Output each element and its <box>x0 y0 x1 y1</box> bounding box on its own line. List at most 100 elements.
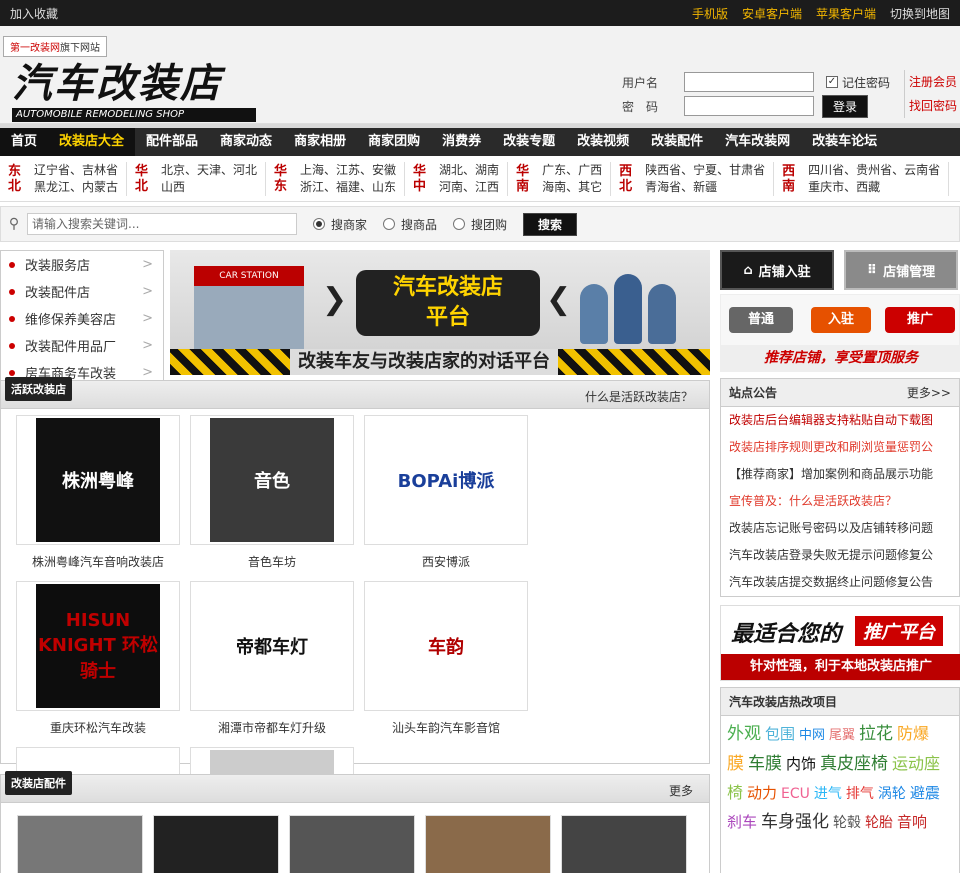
notice-item[interactable]: 【推荐商家】增加案例和商品展示功能 <box>721 461 959 488</box>
part-thumbnail[interactable] <box>425 815 551 873</box>
category-item[interactable]: 改装配件店 > <box>1 278 163 305</box>
shop-thumbnail[interactable]: 音色 <box>190 415 354 545</box>
part-thumbnail[interactable] <box>153 815 279 873</box>
region-name[interactable]: 华中 <box>413 164 429 194</box>
top-link[interactable]: 手机版 <box>692 5 728 22</box>
hot-tag[interactable]: 包围 <box>765 720 795 748</box>
part-thumbnail[interactable] <box>561 815 687 873</box>
shop-thumbnail[interactable]: BOPAi博派 <box>364 415 528 545</box>
password-input[interactable] <box>684 96 814 116</box>
shop-thumbnail[interactable]: 株洲粤峰 <box>16 415 180 545</box>
nav-item[interactable]: 改装店大全 <box>48 128 136 156</box>
notice-item[interactable]: 改装店排序规则更改和刷浏览量惩罚公 <box>721 434 959 461</box>
hot-tag[interactable]: 外观 <box>727 720 761 748</box>
parts-more-link[interactable]: 更多 <box>669 782 693 799</box>
nav-item[interactable]: 消费券 <box>431 128 492 156</box>
shop-name[interactable]: 湘潭市帝都车灯升级 <box>185 711 359 745</box>
hot-tag[interactable]: 排气 <box>846 780 874 808</box>
region-name[interactable]: 华东 <box>274 164 290 194</box>
radio-button[interactable] <box>383 218 396 230</box>
hero-banner[interactable]: CAR STATION ❯ 汽车改装店 平台 ❮ 改装车友与改装店家的对话平台 <box>170 250 710 375</box>
part-thumbnail[interactable] <box>17 815 143 873</box>
notice-item[interactable]: 改装店忘记账号密码以及店铺转移问题 <box>721 515 959 542</box>
hot-tag[interactable]: 轮胎 <box>865 809 893 837</box>
hot-tag[interactable]: 中网 <box>799 722 825 750</box>
radio-button[interactable] <box>453 218 466 230</box>
notice-item[interactable]: 改装店后台编辑器支持粘贴自动下载图 <box>721 407 959 434</box>
hot-tag[interactable]: 尾翼 <box>829 722 855 750</box>
hot-tag[interactable]: 车身强化 <box>761 808 829 836</box>
region-name[interactable]: 西南 <box>782 164 798 194</box>
nav-item[interactable]: 配件部品 <box>135 128 209 156</box>
hot-tag[interactable]: 避震 <box>910 779 940 807</box>
nav-item[interactable]: 商家团购 <box>357 128 431 156</box>
notice-item[interactable]: 宣传普及：什么是活跃改装店？ <box>721 488 959 515</box>
login-button[interactable]: 登录 <box>822 94 869 118</box>
province-line[interactable]: 四川省、贵州省、云南省 <box>808 162 940 179</box>
hot-tag[interactable]: 轮毂 <box>833 809 861 837</box>
hot-tag[interactable]: 刹车 <box>727 808 757 836</box>
province-line[interactable]: 海南、其它 <box>542 179 602 196</box>
province-line[interactable]: 浙江、福建、山东 <box>300 179 396 196</box>
province-line[interactable]: 上海、江苏、安徽 <box>300 162 396 179</box>
hot-tag[interactable]: 运动座 <box>892 750 940 778</box>
radio-button[interactable] <box>313 218 325 230</box>
province-line[interactable]: 青海省、新疆 <box>645 179 765 196</box>
hot-tag[interactable]: 膜 <box>727 750 744 778</box>
search-input[interactable]: 请输入搜索关键词... <box>27 213 297 235</box>
hot-tag[interactable]: 音响 <box>897 808 927 836</box>
shop-name[interactable]: 重庆环松汽车改装 <box>11 711 185 745</box>
search-button[interactable]: 搜索 <box>523 212 578 236</box>
notice-item[interactable]: 汽车改装店登录失败无提示问题修复公 <box>721 542 959 569</box>
top-link[interactable]: 安卓客户端 <box>742 5 802 22</box>
hot-tag[interactable]: 涡轮 <box>878 780 906 808</box>
province-line[interactable]: 北京、天津、河北 <box>161 162 257 179</box>
hot-tag[interactable]: 真皮座椅 <box>820 750 888 778</box>
province-line[interactable]: 辽宁省、吉林省 <box>34 162 118 179</box>
hot-tag[interactable]: 拉花 <box>859 720 893 748</box>
what-is-active-link[interactable]: 什么是活跃改装店？ <box>585 388 693 405</box>
category-item[interactable]: 改装服务店 > <box>1 251 163 278</box>
region-name[interactable]: 东北 <box>8 164 24 194</box>
hot-tag[interactable]: 内饰 <box>786 750 816 778</box>
recover-password-link[interactable]: 找回密码 <box>909 94 957 118</box>
shop-card[interactable]: HISUN KNIGHT 环松骑士 重庆环松汽车改装 <box>11 581 185 745</box>
nav-item[interactable]: 首页 <box>0 128 49 156</box>
search-option[interactable]: 搜商家 <box>313 216 367 233</box>
region-name[interactable]: 西北 <box>619 164 635 194</box>
shop-card[interactable]: 株洲粤峰 株洲粤峰汽车音响改装店 <box>11 415 185 579</box>
username-input[interactable] <box>684 72 814 92</box>
shop-manage-button[interactable]: ⠿ 店铺管理 <box>844 250 958 290</box>
province-line[interactable]: 重庆市、西藏 <box>808 179 940 196</box>
shop-card[interactable]: BOPAi博派 西安博派 <box>359 415 533 579</box>
hot-tag[interactable]: 车膜 <box>748 750 782 778</box>
shop-card[interactable]: 音色 音色车坊 <box>185 415 359 579</box>
province-line[interactable]: 广东、广西 <box>542 162 602 179</box>
hot-tag[interactable]: 椅 <box>727 779 743 807</box>
nav-item[interactable]: 改装配件 <box>640 128 714 156</box>
notice-item[interactable]: 汽车改装店提交数据终止问题修复公告 <box>721 569 959 596</box>
province-line[interactable]: 湖北、湖南 <box>439 162 499 179</box>
nav-item[interactable]: 改装专题 <box>492 128 566 156</box>
nav-item[interactable]: 商家动态 <box>209 128 283 156</box>
top-link[interactable]: 苹果客户端 <box>816 5 876 22</box>
shop-name[interactable]: 西安博派 <box>359 545 533 579</box>
shop-name[interactable]: 汕头车韵汽车影音馆 <box>359 711 533 745</box>
nav-item[interactable]: 改装视频 <box>566 128 640 156</box>
promotion-ad[interactable]: 最适合您的 推广平台 针对性强，利于本地改装店推广 <box>720 605 960 681</box>
shop-card[interactable]: 车韵 汕头车韵汽车影音馆 <box>359 581 533 745</box>
brand-tag[interactable]: 第一改装网旗下网站 <box>3 36 107 57</box>
search-option[interactable]: 搜团购 <box>453 216 507 233</box>
hot-tag[interactable]: 防爆 <box>897 720 929 748</box>
shop-thumbnail[interactable]: 帝都车灯 <box>190 581 354 711</box>
register-link[interactable]: 注册会员 <box>909 70 957 94</box>
shop-name[interactable]: 株洲粤峰汽车音响改装店 <box>11 545 185 579</box>
nav-item[interactable]: 商家相册 <box>283 128 357 156</box>
shop-thumbnail[interactable]: 车韵 <box>364 581 528 711</box>
add-favorite-link[interactable]: 加入收藏 <box>10 5 58 22</box>
region-name[interactable]: 华北 <box>135 164 151 194</box>
shop-card[interactable]: 帝都车灯 湘潭市帝都车灯升级 <box>185 581 359 745</box>
promo-banner[interactable]: 普通 入驻 推广 推荐店铺，享受置顶服务 <box>720 294 960 372</box>
hot-tag[interactable]: 动力 <box>747 779 777 807</box>
shop-name[interactable]: 音色车坊 <box>185 545 359 579</box>
